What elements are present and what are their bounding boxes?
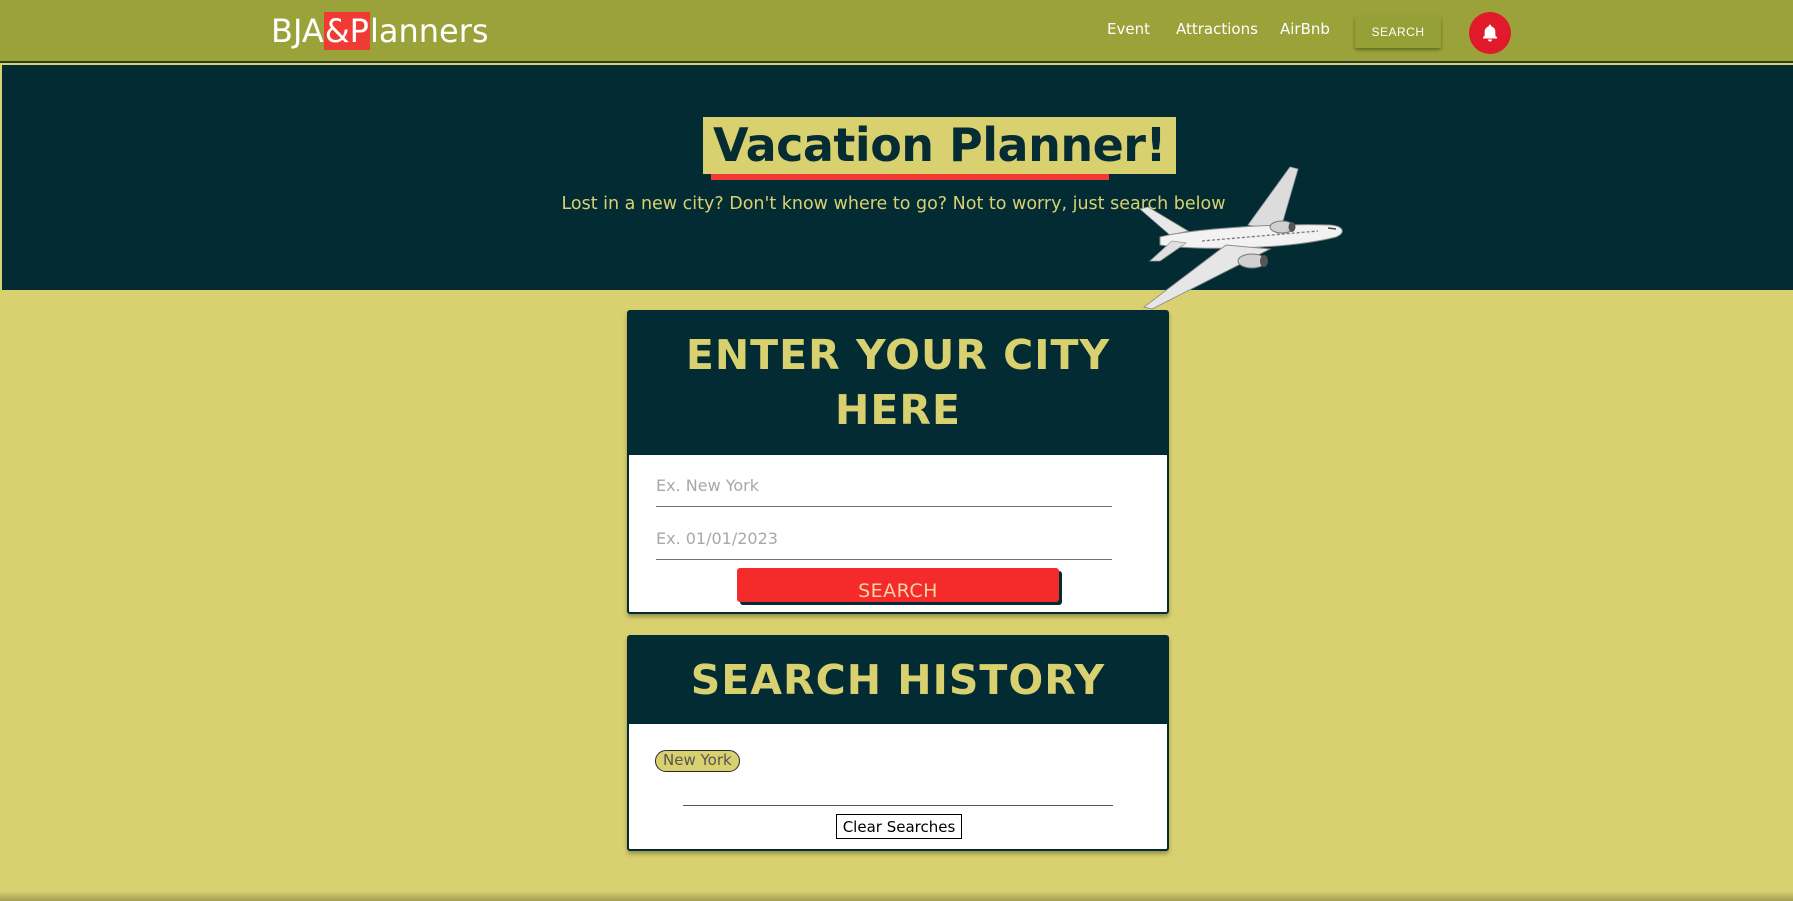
bottom-shadow <box>0 891 1793 901</box>
brand-logo[interactable]: BJA&Planners <box>271 12 489 50</box>
hero-subtitle: Lost in a new city? Don't know where to … <box>2 194 1793 214</box>
nav-link-attractions[interactable]: Attractions <box>1176 20 1258 38</box>
nav-link-event[interactable]: Event <box>1107 20 1150 38</box>
nav-link-airbnb[interactable]: AirBnb <box>1280 20 1330 38</box>
bell-icon <box>1483 24 1497 42</box>
brand-text-highlight: &P <box>323 12 370 50</box>
history-item[interactable]: New York <box>655 750 740 772</box>
hero-subtitle-text: Lost in a new city? Don't know where to … <box>561 194 1226 214</box>
city-search-heading-line1: ENTER YOUR CITY <box>685 331 1111 379</box>
navbar: BJA&Planners Event Attractions AirBnb SE… <box>0 0 1793 63</box>
clear-searches-button[interactable]: Clear Searches <box>836 814 962 839</box>
nav-search-button[interactable]: SEARCH <box>1355 16 1441 48</box>
notification-button[interactable] <box>1469 12 1511 54</box>
date-input[interactable] <box>656 518 1112 560</box>
hero-title: Vacation Planner! <box>703 117 1176 174</box>
search-history-card: SEARCH HISTORY New York Clear Searches <box>627 635 1169 851</box>
brand-text-part2: lanners <box>369 12 489 50</box>
city-search-heading-line2: HERE <box>835 386 961 434</box>
city-input[interactable] <box>656 465 1112 507</box>
hero-title-block: Vacation Planner! <box>703 117 1176 180</box>
brand-text-part1: BJA <box>271 12 324 50</box>
hero-banner: Vacation Planner! Lost in a new city? Do… <box>2 65 1793 290</box>
city-search-card: ENTER YOUR CITY HERE SEARCH <box>627 310 1169 614</box>
city-search-heading: ENTER YOUR CITY HERE <box>629 312 1167 455</box>
history-divider <box>683 805 1113 806</box>
airplane-illustration <box>1139 166 1343 310</box>
search-history-heading: SEARCH HISTORY <box>629 637 1167 724</box>
city-search-button[interactable]: SEARCH <box>737 568 1059 602</box>
